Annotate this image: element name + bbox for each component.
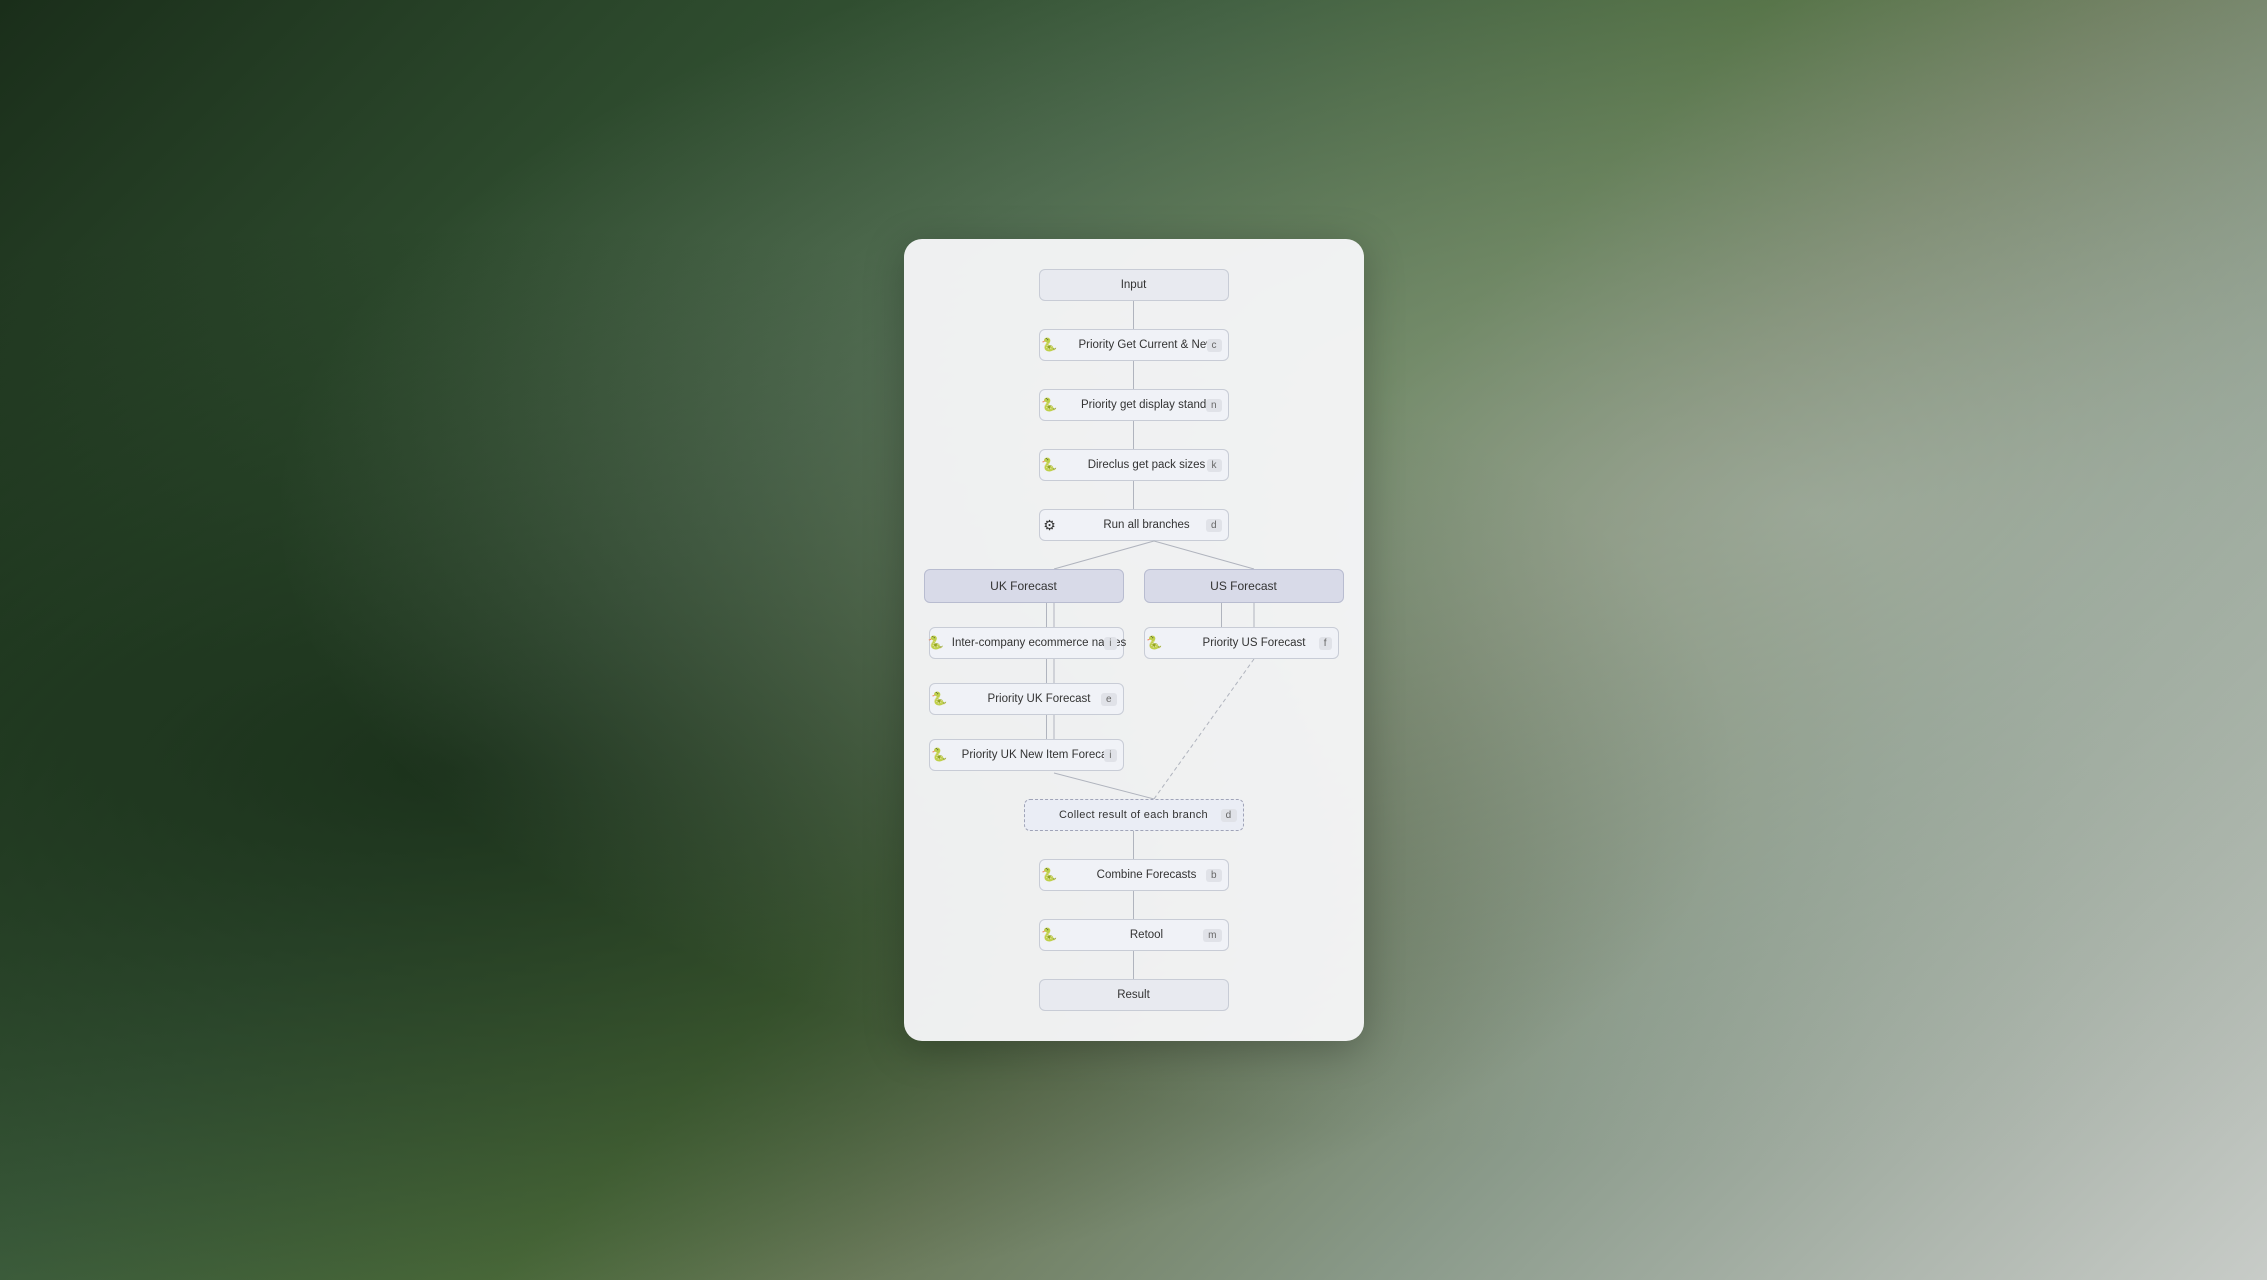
python-icon-9: 🐍 [1040, 925, 1060, 945]
collect-result-row: Collect result of each branch d [924, 799, 1344, 831]
run-all-branches-key: d [1206, 519, 1222, 532]
retool-key: m [1203, 929, 1221, 942]
run-all-branches-node[interactable]: ⚙ Run all branches d [1039, 509, 1229, 541]
input-label: Input [1040, 279, 1228, 291]
python-icon-7: 🐍 [930, 745, 950, 765]
direclus-get-pack-sizes-node[interactable]: 🐍 Direclus get pack sizes k [1039, 449, 1229, 481]
python-icon-5: 🐍 [1145, 633, 1165, 653]
branch-nodes-row1: 🐍 Inter-company ecommerce names i 🐍 Prio… [924, 627, 1344, 659]
connector-4 [1133, 481, 1134, 509]
fork-icon: ⚙ [1040, 515, 1060, 535]
combine-forecasts-node[interactable]: 🐍 Combine Forecasts b [1039, 859, 1229, 891]
priority-get-current-new-node[interactable]: 🐍 Priority Get Current & New c [1039, 329, 1229, 361]
result-node[interactable]: Result [1039, 979, 1229, 1011]
python-icon-1: 🐍 [1040, 335, 1060, 355]
priority-uk-forecast-node[interactable]: 🐍 Priority UK Forecast e [929, 683, 1124, 715]
node-row-3: 🐍 Direclus get pack sizes k [924, 449, 1344, 481]
direclus-get-pack-sizes-label: Direclus get pack sizes [1066, 459, 1228, 471]
priority-us-forecast-key: f [1319, 637, 1332, 650]
uk-forecast-header-label: UK Forecast [990, 579, 1057, 593]
priority-get-display-stands-label: Priority get display stands [1066, 399, 1228, 411]
branch-nodes-row2: 🐍 Priority UK Forecast e [924, 683, 1344, 715]
node-row-2: 🐍 Priority get display stands n [924, 389, 1344, 421]
inter-company-ecommerce-node[interactable]: 🐍 Inter-company ecommerce names i [929, 627, 1124, 659]
connector-1 [1133, 301, 1134, 329]
priority-us-forecast-label: Priority US Forecast [1171, 637, 1338, 649]
result-row: Result [924, 979, 1344, 1011]
priority-uk-new-item-node[interactable]: 🐍 Priority UK New Item Forecast i [929, 739, 1124, 771]
uk-forecast-header[interactable]: UK Forecast [924, 569, 1124, 603]
connector-6 [1133, 891, 1134, 919]
combine-forecasts-key: b [1206, 869, 1222, 882]
result-label: Result [1040, 989, 1228, 1001]
node-row-4: ⚙ Run all branches d [924, 509, 1344, 541]
priority-us-forecast-node[interactable]: 🐍 Priority US Forecast f [1144, 627, 1339, 659]
connector-5 [1133, 831, 1134, 859]
connector-3 [1133, 421, 1134, 449]
priority-get-display-stands-key: n [1206, 399, 1222, 412]
inter-company-ecommerce-label: Inter-company ecommerce names [952, 637, 1126, 649]
python-icon-6: 🐍 [930, 689, 950, 709]
us-forecast-header-label: US Forecast [1210, 579, 1277, 593]
workflow-panel: Input 🐍 Priority Get Current & New c 🐍 P… [904, 239, 1364, 1041]
priority-uk-new-item-label: Priority UK New Item Forecast [956, 749, 1123, 761]
inter-company-ecommerce-key: i [1104, 637, 1116, 650]
connector-2 [1133, 361, 1134, 389]
branch-area: UK Forecast US Forecast 🐍 Inter-company … [924, 541, 1344, 799]
retool-node[interactable]: 🐍 Retool m [1039, 919, 1229, 951]
priority-uk-forecast-label: Priority UK Forecast [956, 693, 1123, 705]
node-row-1: 🐍 Priority Get Current & New c [924, 329, 1344, 361]
priority-uk-forecast-key: e [1101, 693, 1117, 706]
node-row-5: 🐍 Combine Forecasts b [924, 859, 1344, 891]
priority-get-current-new-key: c [1207, 339, 1222, 352]
collect-result-label: Collect result of each branch [1025, 809, 1243, 821]
python-icon-2: 🐍 [1040, 395, 1060, 415]
node-row-6: 🐍 Retool m [924, 919, 1344, 951]
branch-nodes-row3: 🐍 Priority UK New Item Forecast i [924, 739, 1344, 771]
us-forecast-header[interactable]: US Forecast [1144, 569, 1344, 603]
collect-result-key: d [1221, 809, 1237, 822]
input-row: Input [924, 269, 1344, 301]
priority-uk-new-item-key: i [1104, 749, 1116, 762]
input-node[interactable]: Input [1039, 269, 1229, 301]
priority-get-current-new-label: Priority Get Current & New [1066, 339, 1228, 351]
connector-7 [1133, 951, 1134, 979]
collect-result-node[interactable]: Collect result of each branch d [1024, 799, 1244, 831]
direclus-get-pack-sizes-key: k [1207, 459, 1222, 472]
python-icon-3: 🐍 [1040, 455, 1060, 475]
python-icon-4: 🐍 [926, 633, 946, 653]
run-all-branches-label: Run all branches [1066, 519, 1228, 531]
priority-get-display-stands-node[interactable]: 🐍 Priority get display stands n [1039, 389, 1229, 421]
branch-headers: UK Forecast US Forecast [924, 569, 1344, 603]
combine-forecasts-label: Combine Forecasts [1066, 869, 1228, 881]
python-icon-8: 🐍 [1040, 865, 1060, 885]
